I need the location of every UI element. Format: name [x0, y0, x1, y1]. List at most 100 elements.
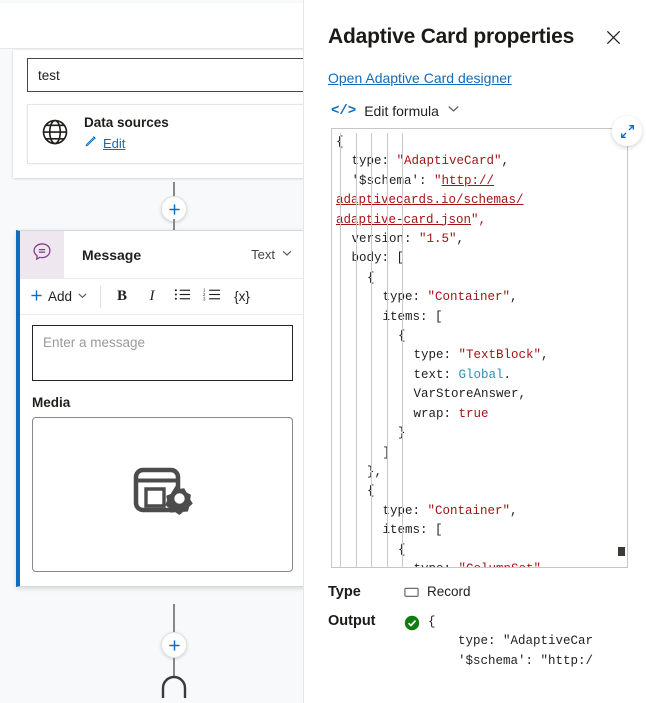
plus-icon — [30, 289, 43, 305]
code-token: , — [501, 154, 510, 169]
numbered-list-icon: 1 2 3 — [203, 287, 221, 307]
code-token: "TextBlock" — [458, 348, 542, 363]
page-title: Adaptive Card properties — [328, 25, 575, 48]
edit-formula-toggle[interactable]: </> Edit formula — [304, 88, 646, 120]
code-brackets-icon: </> — [331, 103, 357, 119]
add-content-label: Add — [48, 289, 73, 304]
code-line: }, — [336, 463, 621, 482]
code-token: "ColumnSet" — [459, 562, 542, 567]
code-token: wrap: — [413, 406, 459, 421]
formula-code-editor[interactable]: {type: "AdaptiveCard",'$schema': "http:/… — [331, 128, 628, 568]
message-input[interactable]: Enter a message — [32, 325, 293, 381]
code-line: items: [ — [336, 308, 621, 327]
plus-icon — [168, 203, 180, 215]
output-preview-code: { type: "AdaptiveCar '$schema': "http:/ — [428, 615, 594, 668]
formula-code-content: {type: "AdaptiveCard",'$schema': "http:/… — [332, 129, 627, 567]
checkmark-circle-svg — [404, 615, 420, 631]
code-line: { — [336, 133, 621, 152]
bulleted-list-button[interactable] — [167, 283, 197, 311]
code-token: items: [ — [382, 523, 443, 538]
output-label: Output — [328, 613, 376, 629]
code-line: type: "Container", — [336, 288, 621, 307]
plus-icon — [168, 639, 180, 651]
code-line: type: "AdaptiveCard", — [336, 152, 621, 171]
code-token: "Container" — [427, 503, 511, 518]
topic-text-input[interactable]: test — [27, 58, 303, 92]
code-line: { — [336, 327, 621, 346]
code-token: true — [458, 406, 489, 421]
checkmark-circle-icon — [404, 615, 420, 634]
data-sources-edit-link[interactable]: Edit — [103, 136, 125, 151]
italic-button[interactable]: I — [137, 283, 167, 311]
code-token: http:// — [441, 173, 495, 188]
expand-icon — [620, 124, 634, 138]
message-icon-wrap — [20, 231, 64, 278]
topic-text-input-value: test — [38, 67, 60, 83]
message-node-card[interactable]: Message Text Add B I 1 2 3 {x} Enter a m… — [16, 230, 303, 587]
type-row: Type Record — [328, 584, 628, 601]
type-value-label: Record — [427, 584, 471, 599]
media-label: Media — [32, 395, 71, 410]
code-line: '$schema': "http:// — [336, 172, 621, 191]
topic-node-card[interactable]: test Data sources Edit — [13, 50, 303, 178]
insert-variable-button[interactable]: {x} — [227, 283, 257, 311]
close-button[interactable] — [598, 22, 628, 52]
chevron-down-icon — [447, 102, 460, 120]
code-token: VarStoreAnswer, — [413, 387, 527, 402]
data-sources-edit[interactable]: Edit — [84, 134, 298, 153]
code-line: type: "Container", — [336, 502, 621, 521]
record-icon — [404, 586, 419, 601]
code-token: "Container" — [427, 290, 511, 305]
expand-editor-button[interactable] — [612, 116, 642, 146]
globe-icon — [40, 117, 70, 147]
formula-editor-wrap: {type: "AdaptiveCard",'$schema': "http:/… — [331, 116, 642, 568]
code-token: , — [541, 348, 549, 363]
code-token: Global — [458, 367, 504, 382]
message-formatting-toolbar: Add B I 1 2 3 {x} — [20, 279, 303, 315]
code-line: version: "1.5", — [336, 230, 621, 249]
message-bubble-icon — [31, 241, 53, 268]
code-line: } — [336, 424, 621, 443]
code-line: ] — [336, 444, 621, 463]
code-token: "1.5" — [419, 232, 457, 247]
code-line: adaptivecards.io/schemas/ — [336, 191, 621, 210]
svg-text:3: 3 — [203, 296, 206, 301]
editor-scrollbar-thumb[interactable] — [618, 547, 625, 556]
code-line: { — [336, 482, 621, 501]
code-token: body: [ — [351, 251, 405, 266]
code-token: . — [503, 367, 512, 382]
code-token: }, — [367, 464, 383, 479]
numbered-list-button[interactable]: 1 2 3 — [197, 283, 227, 311]
pencil-icon — [84, 134, 98, 153]
authoring-canvas: test Data sources Edit Message Text Add … — [0, 0, 303, 703]
media-dropzone[interactable] — [32, 417, 293, 572]
message-node-title: Message — [82, 246, 142, 263]
code-token: type: — [351, 154, 397, 169]
code-line: VarStoreAnswer, — [336, 385, 621, 404]
add-node-button-bottom[interactable] — [161, 632, 187, 658]
bold-button[interactable]: B — [107, 283, 137, 311]
media-settings-icon — [130, 462, 196, 527]
code-line: type: "TextBlock", — [336, 346, 621, 365]
chevron-down-icon — [281, 247, 293, 262]
message-type-label: Text — [251, 247, 275, 262]
loop-connector-icon — [161, 675, 187, 698]
add-content-button[interactable]: Add — [26, 289, 98, 305]
code-line: wrap: true — [336, 405, 621, 424]
code-token: ", — [471, 212, 487, 227]
adaptive-card-properties-panel: Adaptive Card properties Open Adaptive C… — [303, 0, 646, 703]
message-node-header: Message Text — [20, 231, 303, 279]
open-adaptive-card-designer-link[interactable]: Open Adaptive Card designer — [328, 70, 512, 86]
code-token: text: — [413, 367, 459, 382]
connector-line-bottom — [173, 604, 175, 632]
code-token: " — [434, 173, 442, 188]
chevron-down-icon — [77, 289, 88, 304]
designer-link-row: Open Adaptive Card designer — [304, 52, 646, 88]
app-screen: test Data sources Edit Message Text Add … — [0, 0, 646, 703]
code-token: items: [ — [382, 309, 443, 324]
code-token: type: — [382, 290, 428, 305]
code-token: type: — [413, 348, 459, 363]
edit-formula-label: Edit formula — [364, 103, 439, 119]
message-type-dropdown[interactable]: Text — [251, 231, 303, 278]
data-sources-box[interactable]: Data sources Edit — [27, 104, 303, 164]
